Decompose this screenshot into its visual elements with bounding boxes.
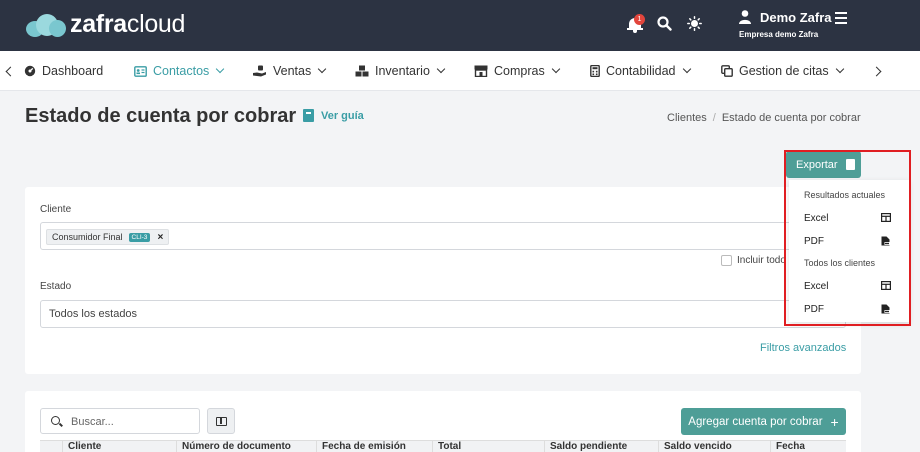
search-icon[interactable] [657,16,672,31]
search-input[interactable]: Buscar... [40,408,200,434]
dropdown-header-current: Resultados actuales [804,190,886,200]
hand-money-icon [253,65,266,77]
logo[interactable]: zafracloud [26,10,185,39]
boxes-icon [355,65,369,77]
export-button-label: Exportar [796,158,838,171]
top-bar: zafracloud 1 Demo Zafra Empresa demo Zaf… [0,0,920,51]
client-code-badge: CLI-3 [128,232,151,242]
chevron-down-icon [682,64,691,74]
chevron-down-icon [216,64,225,74]
pdf-file-icon [881,236,890,246]
logo-text: zafracloud [70,10,186,38]
state-label: Estado [40,281,72,292]
include-all-checkbox[interactable] [721,255,732,266]
nav-item-label: Contabilidad [606,64,676,78]
file-export-icon [845,159,855,170]
nav-scroll-right-icon[interactable] [871,66,882,77]
state-select-value: Todos los estados [49,308,138,320]
breadcrumb-current: Estado de cuenta por cobrar [721,112,861,124]
nav-item-gestion-de-citas[interactable]: Gestion de citas [721,51,844,91]
book-icon [303,109,314,122]
gauge-icon [24,65,36,77]
client-chip: Consumidor Final CLI-3 × [46,229,170,245]
hamburger-menu-icon[interactable] [835,12,847,24]
columns-toggle-button[interactable] [207,408,235,434]
chevron-down-icon [835,64,844,74]
column-header[interactable]: Total [432,441,544,452]
include-all-label: Incluir todo [737,255,786,266]
nav-item-label: Inventario [375,64,430,78]
store-icon [474,65,488,77]
calculator-icon [590,65,600,77]
remove-chip-icon[interactable]: × [157,232,163,243]
column-header[interactable]: Saldo pendiente [544,441,658,452]
column-header[interactable]: Fecha de emisión [316,441,432,452]
nav-item-label: Gestion de citas [739,64,829,78]
chevron-down-icon [551,64,560,74]
notification-badge: 1 [634,14,645,25]
plus-icon: + [830,413,839,430]
advanced-filters-link[interactable]: Filtros avanzados [760,342,846,354]
export-button[interactable]: Exportar [786,151,861,178]
search-placeholder: Buscar... [71,416,114,428]
dropdown-header-all: Todos los clientes [804,258,876,268]
nav-item-contabilidad[interactable]: Contabilidad [590,51,691,91]
contacts-icon [134,65,147,77]
column-header[interactable]: Número de documento [176,441,316,452]
client-chip-name: Consumidor Final [52,232,123,242]
breadcrumb-link-clientes[interactable]: Clientes [667,112,707,124]
export-current-pdf[interactable]: PDF [804,236,824,247]
export-current-excel[interactable]: Excel [804,213,828,224]
export-all-pdf[interactable]: PDF [804,304,824,315]
copy-icon [721,65,733,77]
client-label: Cliente [40,204,72,215]
chevron-down-icon [436,64,446,74]
nav-item-contactos[interactable]: Contactos [134,51,225,91]
breadcrumb-separator: / [712,112,716,124]
view-guide-link[interactable]: Ver guía [303,109,364,122]
add-receivable-button[interactable]: Agregar cuenta por cobrar + [681,408,846,435]
export-all-excel[interactable]: Excel [804,281,828,292]
nav-item-label: Dashboard [42,64,104,78]
add-receivable-label: Agregar cuenta por cobrar [688,415,823,428]
search-icon [51,416,60,425]
nav-item-ventas[interactable]: Ventas [253,51,327,91]
table-icon [881,213,891,222]
user-name[interactable]: Demo Zafra [760,10,832,25]
filters-card [25,187,861,374]
chevron-down-icon [317,64,327,74]
state-select[interactable]: Todos los estados [40,300,846,328]
page-title: Estado de cuenta por cobrar [25,105,297,127]
column-header[interactable]: Cliente [62,441,176,452]
table-icon [881,281,891,290]
sun-icon[interactable] [687,16,702,31]
main-nav: Dashboard Contactos Ventas Inventario Co… [0,51,920,91]
nav-item-compras[interactable]: Compras [474,51,560,91]
cloud-logo-icon [26,12,66,38]
export-dropdown-menu: Resultados actuales Excel PDF Todos los … [789,180,909,322]
company-name: Empresa demo Zafra [739,30,819,39]
view-guide-label: Ver guía [321,109,364,122]
nav-item-dashboard[interactable]: Dashboard [24,51,103,91]
breadcrumb: Clientes / Estado de cuenta por cobrar [667,112,861,124]
nav-item-label: Contactos [153,64,210,78]
column-header[interactable]: Saldo vencido [658,441,770,452]
nav-item-label: Ventas [273,64,312,78]
nav-scroll-left-icon[interactable] [5,66,16,77]
user-icon[interactable] [739,10,751,24]
nav-item-label: Compras [494,64,545,78]
column-header[interactable]: Fecha [770,441,846,452]
columns-icon [216,417,227,426]
nav-item-inventario[interactable]: Inventario [355,51,446,91]
pdf-file-icon [881,304,890,314]
